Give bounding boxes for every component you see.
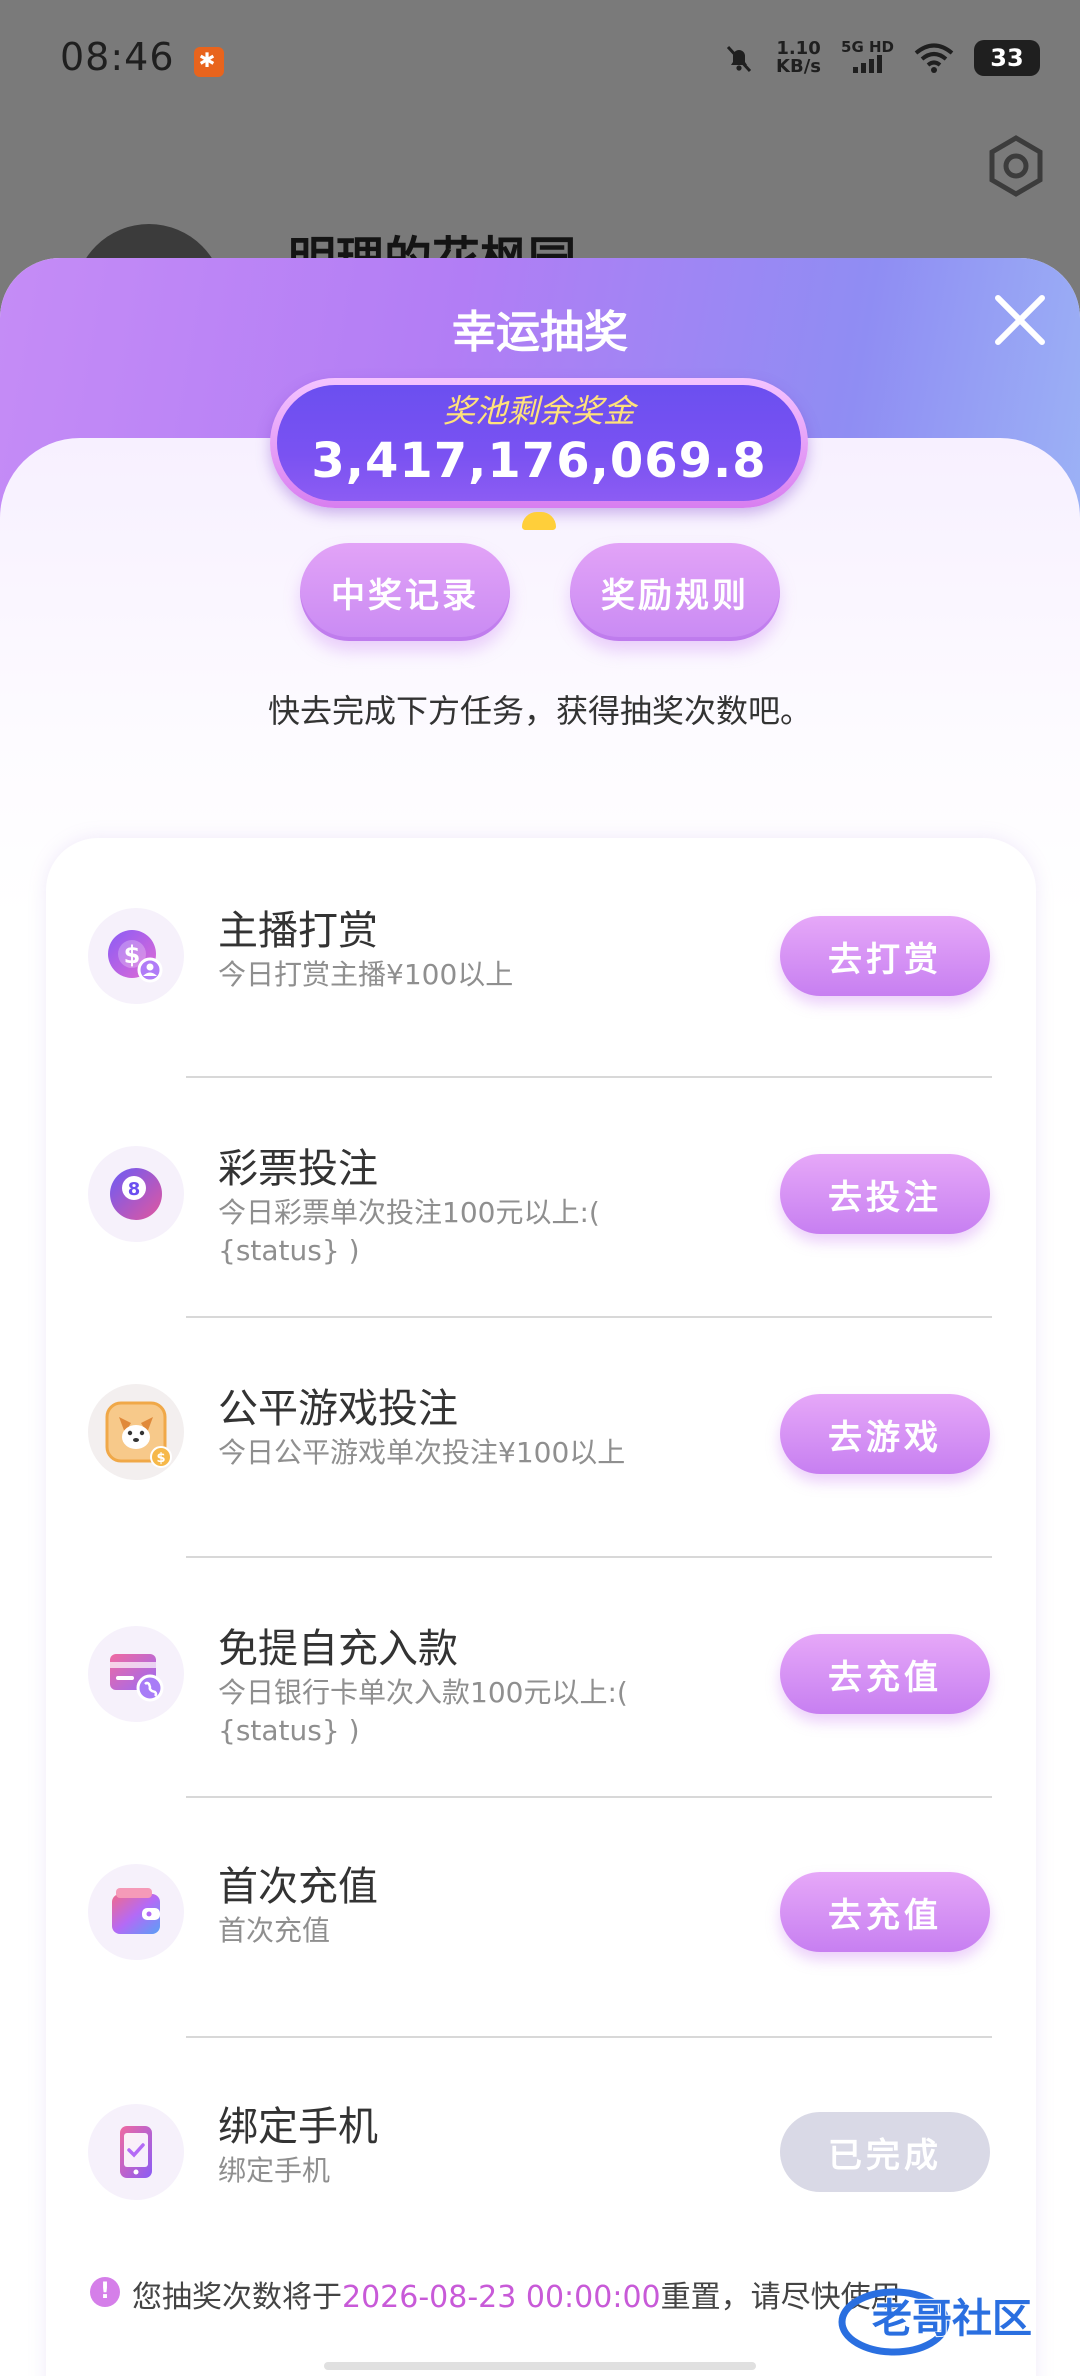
net-speed: 1.10 KB/s: [776, 40, 821, 76]
reward-rules-button[interactable]: 奖励规则: [570, 543, 780, 641]
eight-ball-icon: 8: [88, 1146, 184, 1242]
prize-pool-label: 奖池剩余奖金: [442, 392, 635, 430]
task-row-fair-game: $ 公平游戏投注 今日公平游戏单次投注¥100以上 去游戏: [46, 1318, 1036, 1558]
sheet-title: 幸运抽奖: [452, 307, 628, 358]
task-hint: 快去完成下方任务，获得抽奖次数吧。: [267, 692, 812, 730]
go-first-recharge-button[interactable]: 去充值: [780, 1872, 990, 1952]
wifi-icon: [914, 43, 954, 73]
task-title: 彩票投注: [218, 1146, 378, 1192]
task-title: 首次充值: [218, 1864, 378, 1910]
winning-records-button[interactable]: 中奖记录: [300, 543, 510, 641]
task-title: 绑定手机: [218, 2104, 378, 2150]
bank-card-icon: [88, 1626, 184, 1722]
settings-hex-icon[interactable]: [984, 134, 1048, 198]
prize-pool-inner: 奖池剩余奖金 3,417,176,069.8: [277, 385, 801, 501]
close-icon[interactable]: [990, 290, 1050, 350]
task-row-first-recharge: 首次充值 首次充值 去充值: [46, 1798, 1036, 2038]
prize-pool-panel: 奖池剩余奖金 3,417,176,069.8: [270, 378, 808, 508]
cellular-signal-icon: 5G HD: [841, 40, 894, 76]
go-game-button[interactable]: 去游戏: [780, 1394, 990, 1474]
task-desc: 今日银行卡单次入款100元以上:( {status} ): [218, 1676, 628, 1747]
go-bet-button[interactable]: 去投注: [780, 1154, 990, 1234]
task-title: 主播打赏: [218, 908, 378, 954]
mute-bell-icon: [726, 45, 752, 73]
reset-notice-date: 2026-08-23 00:00:00: [342, 2280, 661, 2315]
task-card: $ 主播打赏 今日打赏主播¥100以上 去打赏 8 彩票投注 今日彩票单次投注1…: [46, 838, 1036, 2376]
go-deposit-button[interactable]: 去充值: [780, 1634, 990, 1714]
task-row-lottery: 8 彩票投注 今日彩票单次投注100元以上:( {status} ) 去投注: [46, 1078, 1036, 1318]
task-title: 公平游戏投注: [218, 1386, 458, 1432]
task-desc: 绑定手机: [218, 2154, 331, 2187]
prize-pool-knob: [522, 512, 556, 530]
watermark-text: 老哥社区: [872, 2296, 1032, 2342]
clock: 08:46: [60, 35, 175, 80]
signal-label: 5G HD: [841, 38, 894, 56]
chip-dollar-icon: $: [88, 908, 184, 1004]
task-row-bank-deposit: 免提自充入款 今日银行卡单次入款100元以上:( {status} ) 去充值: [46, 1558, 1036, 1798]
go-tip-button[interactable]: 去打赏: [780, 916, 990, 996]
phone-check-icon: [88, 2104, 184, 2200]
task-row-tip-anchor: $ 主播打赏 今日打赏主播¥100以上 去打赏: [46, 838, 1036, 1078]
wallet-icon: [88, 1864, 184, 1960]
corgi-game-icon: $: [88, 1384, 184, 1480]
app-notification-icon: [193, 46, 224, 77]
completed-button: 已完成: [780, 2112, 990, 2192]
watermark-logo: 老哥社区: [834, 2284, 1064, 2360]
task-desc: 今日公平游戏单次投注¥100以上: [218, 1436, 626, 1469]
task-row-bind-phone: 绑定手机 绑定手机 已完成: [46, 2038, 1036, 2278]
net-speed-unit: KB/s: [776, 56, 822, 77]
svg-text:$: $: [156, 1451, 165, 1466]
reset-notice-prefix: 您抽奖次数将于: [132, 2280, 342, 2315]
status-bar: 08:46 1.10 KB/s 5G HD 33: [0, 0, 1080, 116]
task-desc: 首次充值: [218, 1914, 331, 1947]
lucky-draw-sheet: 幸运抽奖 奖池剩余奖金 3,417,176,069.8 中奖记录 奖励规则 快去…: [0, 258, 1080, 2376]
status-right: 1.10 KB/s 5G HD 33: [722, 40, 1040, 76]
task-title: 免提自充入款: [218, 1626, 458, 1672]
task-desc: 今日彩票单次投注100元以上:( {status} ): [218, 1196, 600, 1267]
prize-pool-amount: 3,417,176,069.8: [311, 433, 767, 489]
svg-text:$: $: [124, 941, 141, 969]
battery-indicator: 33: [974, 40, 1040, 76]
status-left: 08:46: [60, 35, 224, 81]
home-indicator: [324, 2362, 756, 2370]
task-desc: 今日打赏主播¥100以上: [218, 958, 514, 991]
svg-text:8: 8: [128, 1179, 141, 1200]
